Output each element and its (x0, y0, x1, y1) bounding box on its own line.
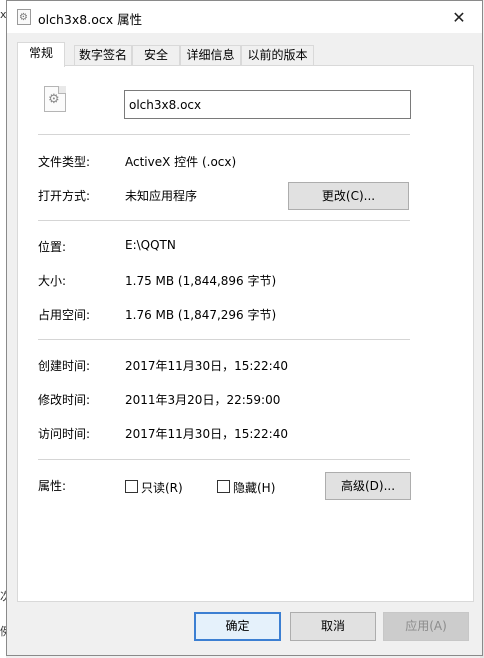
apply-button[interactable]: 应用(A) (383, 612, 469, 641)
location-value: E:\QQTN (125, 238, 176, 252)
accessed-value: 2017年11月30日，15:22:40 (125, 427, 288, 441)
window-title: olch3x8.ocx 属性 (38, 12, 143, 27)
tab-previous-versions[interactable]: 以前的版本 (241, 45, 314, 66)
divider (38, 134, 410, 135)
size-label: 大小: (38, 274, 67, 288)
size-on-disk-value: 1.76 MB (1,847,296 字节) (125, 308, 277, 322)
close-button[interactable]: ✕ (436, 1, 482, 33)
file-gear-icon: ⚙ (44, 86, 66, 112)
opens-with-label: 打开方式: (38, 189, 91, 203)
cancel-button[interactable]: 取消 (290, 612, 376, 641)
size-on-disk-label: 占用空间: (38, 308, 91, 322)
ok-button[interactable]: 确定 (194, 612, 281, 641)
divider (38, 459, 410, 460)
size-value: 1.75 MB (1,844,896 字节) (125, 274, 277, 288)
hidden-label[interactable]: 隐藏(H) (233, 479, 275, 496)
file-type-value: ActiveX 控件 (.ocx) (125, 155, 237, 169)
file-gear-icon: ⚙ (17, 9, 31, 25)
properties-dialog: ⚙ olch3x8.ocx 属性 ✕ 常规 数字签名 安全 详细信息 以前的版本… (6, 0, 483, 656)
attributes-label: 属性: (38, 479, 67, 493)
hidden-checkbox[interactable] (217, 480, 230, 493)
tab-details[interactable]: 详细信息 (180, 45, 241, 66)
readonly-label[interactable]: 只读(R) (141, 479, 183, 496)
modified-label: 修改时间: (38, 393, 91, 407)
change-button[interactable]: 更改(C)... (288, 182, 409, 210)
tab-general[interactable]: 常规 (17, 42, 65, 67)
created-value: 2017年11月30日，15:22:40 (125, 359, 288, 373)
location-label: 位置: (38, 240, 67, 254)
general-tab-panel: ⚙ 文件类型: ActiveX 控件 (.ocx) 打开方式: 未知应用程序 更… (17, 65, 474, 602)
tab-security[interactable]: 安全 (132, 45, 180, 66)
accessed-label: 访问时间: (38, 427, 91, 441)
opens-with-value: 未知应用程序 (125, 189, 198, 203)
advanced-button[interactable]: 高级(D)... (325, 472, 411, 500)
modified-value: 2011年3月20日，22:59:00 (125, 393, 281, 407)
divider (38, 339, 410, 340)
file-name-input[interactable] (124, 90, 411, 119)
file-type-label: 文件类型: (38, 155, 91, 169)
close-icon: ✕ (452, 7, 466, 27)
title-bar[interactable]: ⚙ olch3x8.ocx 属性 ✕ (7, 1, 482, 33)
tab-digital-signatures[interactable]: 数字签名 (74, 45, 132, 66)
created-label: 创建时间: (38, 359, 91, 373)
readonly-checkbox[interactable] (125, 480, 138, 493)
divider (38, 220, 410, 221)
